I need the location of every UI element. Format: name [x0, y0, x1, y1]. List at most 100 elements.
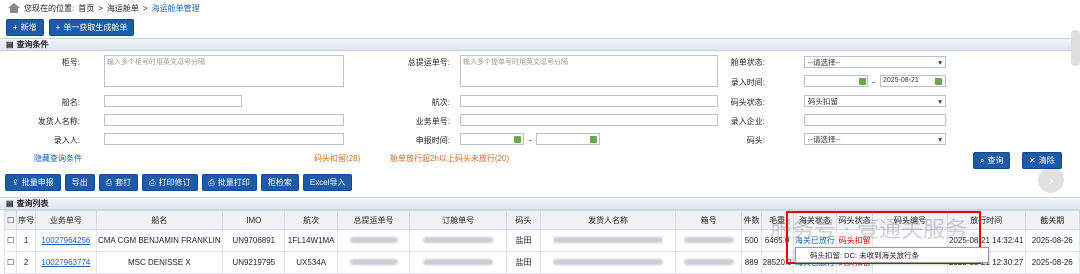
print-icon: ⎙	[149, 177, 156, 187]
pieces: 889	[741, 251, 762, 274]
shipper-name	[540, 229, 676, 252]
dash: -	[529, 135, 532, 145]
export-button[interactable]: 导出	[64, 173, 95, 191]
dock: 盐田	[505, 251, 542, 274]
voyage: UX534A	[284, 251, 338, 274]
overdue-link[interactable]: 舱单放行超2h以上码头未放行(20)	[390, 153, 509, 164]
imo: UN9219795	[222, 251, 286, 274]
batch-print-label: 批量打印	[217, 177, 250, 187]
chevron-down-icon: ▾	[938, 57, 942, 67]
plus-icon: +	[13, 22, 18, 32]
dock-status-label: 码头状态:	[730, 98, 765, 107]
entry-company-input[interactable]	[804, 114, 946, 126]
calendar-icon[interactable]	[859, 78, 866, 85]
col-header[interactable]: 件数	[741, 210, 762, 230]
print-icon: ⎙	[208, 177, 215, 187]
breadcrumb-manifest[interactable]: 海运舱单	[107, 3, 139, 14]
clear-label: 清除	[1038, 156, 1055, 165]
excel-import-button[interactable]: Excel导入	[302, 173, 353, 191]
batch-declare-button[interactable]: ⇪ 批量申报	[5, 173, 61, 191]
ship-input[interactable]	[104, 95, 242, 107]
export-label: 导出	[71, 177, 88, 187]
entry-person-input[interactable]	[104, 133, 344, 145]
list-title: 查询列表	[16, 199, 49, 208]
new-label: 新增	[20, 22, 37, 32]
container-search-label: 柜检索	[267, 177, 292, 187]
redacted	[349, 259, 398, 265]
box-no-input[interactable]: 输入多个柜号时用英文逗号分隔	[104, 55, 344, 87]
dock-status-tooltip: 码头扣留: DC: 未收到海关放行条	[795, 247, 989, 263]
redacted	[349, 237, 398, 243]
print-revise-button[interactable]: ⎙ 打印修订	[142, 173, 198, 191]
list-section-title: ▤ 查询列表	[0, 197, 1080, 210]
bl-input[interactable]: 输入多个提单号时用英文逗号分隔	[460, 55, 718, 87]
redacted	[553, 259, 664, 265]
batch-print-button[interactable]: ⎙ 批量打印	[201, 173, 257, 191]
redacted	[423, 259, 494, 265]
doc-icon: ▤	[6, 40, 14, 49]
top-toolbar: + 新增 + 单一获取生成舱单	[0, 16, 1080, 38]
clear-button[interactable]: ✕ 清除	[1022, 152, 1062, 169]
declare-time-label: 申报时间:	[415, 136, 450, 145]
search-label: 查询	[987, 156, 1004, 165]
scrollbar[interactable]	[1071, 30, 1080, 66]
biz-no-link[interactable]: 10027964256	[35, 229, 97, 252]
redacted	[683, 237, 734, 243]
row-no: 1	[16, 229, 37, 252]
col-header[interactable]: 订舱单号	[409, 210, 507, 230]
dock-select[interactable]: --请选择-- ▾	[804, 133, 946, 145]
bl-no	[336, 251, 411, 274]
col-header[interactable]: 截关期	[1024, 210, 1080, 230]
ship-label: 船名:	[61, 98, 80, 107]
biz-no-link[interactable]: 10027963774	[35, 251, 97, 274]
fetch-button[interactable]: + 单一获取生成舱单	[48, 18, 135, 36]
ship-name: CMA CGM BENJAMIN FRANKLIN	[95, 229, 224, 252]
calendar-icon[interactable]	[935, 78, 942, 85]
col-header[interactable]: 箱号	[674, 210, 743, 230]
shipper-input[interactable]	[104, 114, 344, 126]
hide-query-link[interactable]: 隐藏查询条件	[34, 153, 82, 164]
redacted	[553, 237, 664, 243]
cutoff-date: 2025-08-26	[1024, 251, 1080, 274]
row-no: 2	[16, 251, 37, 274]
col-header[interactable]: 总提运单号	[336, 210, 411, 230]
calendar-icon[interactable]	[590, 136, 597, 143]
row-checkbox[interactable]: ☐	[3, 251, 18, 274]
col-header[interactable]: 码头	[505, 210, 542, 230]
voyage-input[interactable]	[460, 95, 718, 107]
col-header[interactable]: 发货人名称	[540, 210, 676, 230]
query-form: 柜号: 输入多个柜号时用英文逗号分隔 总提运单号: 输入多个提单号时用英文逗号分…	[0, 51, 1080, 171]
row-checkbox[interactable]: ☐	[3, 229, 18, 252]
chevron-right-icon[interactable]: ›	[1038, 167, 1064, 193]
breadcrumb-prefix: 您现在的位置:	[24, 3, 75, 13]
new-button[interactable]: + 新增	[6, 18, 44, 36]
select-all-checkbox[interactable]: ☐	[3, 210, 18, 230]
doc-icon: ▤	[6, 199, 14, 208]
biz-no-label: 业务单号:	[415, 117, 450, 126]
close-icon: ✕	[1029, 156, 1036, 165]
overprint-label: 套打	[115, 177, 132, 187]
col-header[interactable]: IMO	[222, 210, 286, 230]
calendar-icon[interactable]	[514, 136, 521, 143]
col-header[interactable]: 船名	[95, 210, 224, 230]
home-icon	[8, 3, 20, 13]
excel-import-label: Excel导入	[309, 177, 346, 187]
action-toolbar: ⇪ 批量申报 导出 ⎙ 套打 ⎙ 打印修订 ⎙ 批量打印 柜检索 Excel导入	[0, 173, 1080, 191]
container-no	[674, 229, 743, 252]
status-select[interactable]: --请选择-- ▾	[804, 56, 946, 68]
entry-time-label: 录入时间:	[730, 78, 765, 87]
col-header[interactable]: 航次	[284, 210, 338, 230]
overprint-button[interactable]: ⎙ 套打	[98, 173, 139, 191]
voyage: 1FL14W1MA	[284, 229, 338, 252]
box-no-label: 柜号:	[61, 58, 80, 67]
search-button[interactable]: ⌕ 查询	[973, 152, 1011, 169]
breadcrumb-home[interactable]: 首页	[78, 3, 94, 14]
chevron-down-icon: ▾	[938, 96, 942, 106]
biz-no-input[interactable]	[460, 114, 718, 126]
print-revise-label: 打印修订	[158, 177, 191, 187]
container-search-button[interactable]: 柜检索	[260, 173, 299, 191]
dock-hold-link[interactable]: 码头扣留(28)	[314, 153, 360, 164]
col-header[interactable]: 业务单号	[35, 210, 97, 230]
dock-status-select[interactable]: 码头扣留 ▾	[804, 95, 946, 107]
batch-declare-label: 批量申报	[21, 177, 54, 187]
